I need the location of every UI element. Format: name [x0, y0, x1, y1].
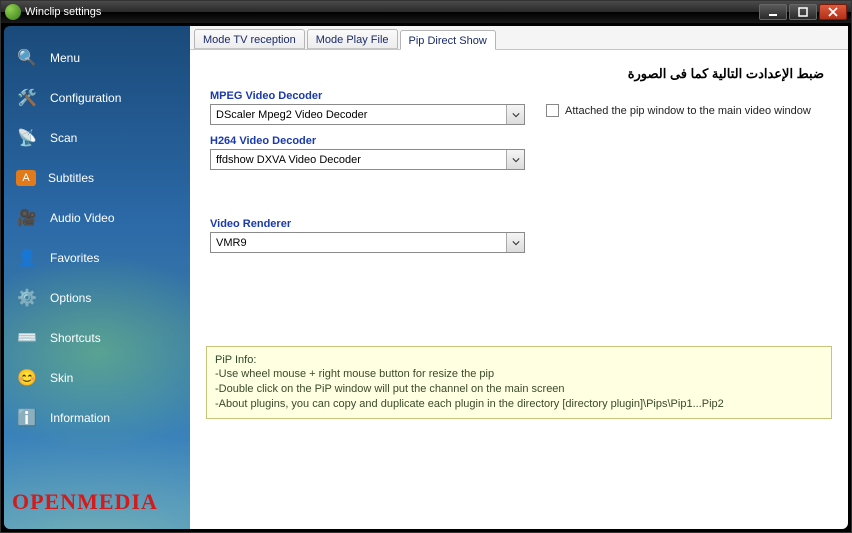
app-icon	[5, 4, 21, 20]
video-renderer-value: VMR9	[211, 237, 506, 249]
smiley-icon: 😊	[16, 367, 38, 389]
close-icon	[828, 7, 838, 17]
close-button[interactable]	[819, 4, 847, 20]
video-icon: 🎥	[16, 207, 38, 229]
sidebar-item-label: Favorites	[50, 251, 99, 265]
magnifier-icon: 🔍	[16, 47, 38, 69]
tools-icon: 🛠️	[16, 87, 38, 109]
sidebar-item-information[interactable]: ℹ️ Information	[4, 398, 190, 438]
pip-info-line: -About plugins, you can copy and duplica…	[215, 397, 823, 412]
h264-decoder-combo[interactable]: ffdshow DXVA Video Decoder	[210, 149, 525, 170]
sidebar-item-subtitles[interactable]: A Subtitles	[4, 158, 190, 198]
sidebar-item-label: Options	[50, 291, 91, 305]
sidebar-item-label: Subtitles	[48, 171, 94, 185]
attach-checkbox-row: Attached the pip window to the main vide…	[546, 90, 811, 117]
sidebar-item-label: Audio Video	[50, 211, 115, 225]
sidebar-item-label: Scan	[50, 131, 77, 145]
body: 🔍 Menu 🛠️ Configuration 📡 Scan A Subtitl…	[1, 23, 851, 532]
pip-info-title: PiP Info:	[215, 353, 823, 368]
sidebar: 🔍 Menu 🛠️ Configuration 📡 Scan A Subtitl…	[4, 26, 190, 529]
pip-info-line: -Use wheel mouse + right mouse button fo…	[215, 367, 823, 382]
tab-pip-direct-show[interactable]: Pip Direct Show	[400, 30, 496, 50]
pip-info-line: -Double click on the PiP window will put…	[215, 382, 823, 397]
sidebar-item-skin[interactable]: 😊 Skin	[4, 358, 190, 398]
sidebar-item-label: Information	[50, 411, 110, 425]
subtitles-icon: A	[16, 170, 36, 186]
sidebar-item-label: Configuration	[50, 91, 121, 105]
sidebar-item-menu[interactable]: 🔍 Menu	[4, 38, 190, 78]
h264-decoder-value: ffdshow DXVA Video Decoder	[211, 154, 506, 166]
panel-heading-rtl: ضبط الإعدادت التالية كما فى الصورة	[210, 66, 828, 82]
chevron-down-icon	[506, 150, 524, 169]
tabstrip: Mode TV reception Mode Play File Pip Dir…	[190, 26, 848, 50]
chevron-down-icon	[506, 105, 524, 124]
sidebar-item-label: Skin	[50, 371, 73, 385]
panel-pip-direct-show: ضبط الإعدادت التالية كما فى الصورة MPEG …	[190, 50, 848, 529]
satellite-icon: 📡	[16, 127, 38, 149]
favorites-icon: 👤	[16, 247, 38, 269]
chevron-down-icon	[506, 233, 524, 252]
titlebar-buttons	[759, 4, 847, 20]
maximize-icon	[798, 7, 808, 17]
brand-label: OPENMEDIA	[4, 483, 190, 525]
attach-checkbox[interactable]	[546, 104, 559, 117]
attach-checkbox-label: Attached the pip window to the main vide…	[565, 105, 811, 117]
maximize-button[interactable]	[789, 4, 817, 20]
info-icon: ℹ️	[16, 407, 38, 429]
sidebar-item-favorites[interactable]: 👤 Favorites	[4, 238, 190, 278]
mpeg-decoder-combo[interactable]: DScaler Mpeg2 Video Decoder	[210, 104, 525, 125]
video-renderer-combo[interactable]: VMR9	[210, 232, 525, 253]
h264-decoder-label: H264 Video Decoder	[210, 135, 528, 147]
mpeg-decoder-value: DScaler Mpeg2 Video Decoder	[211, 109, 506, 121]
sidebar-item-shortcuts[interactable]: ⌨️ Shortcuts	[4, 318, 190, 358]
gear-icon: ⚙️	[16, 287, 38, 309]
sidebar-item-label: Shortcuts	[50, 331, 101, 345]
sidebar-item-configuration[interactable]: 🛠️ Configuration	[4, 78, 190, 118]
keyboard-icon: ⌨️	[16, 327, 38, 349]
window: Winclip settings 🔍 Menu 🛠️ Configuration	[0, 0, 852, 533]
content: Mode TV reception Mode Play File Pip Dir…	[190, 26, 848, 529]
sidebar-item-audio-video[interactable]: 🎥 Audio Video	[4, 198, 190, 238]
pip-info-box: PiP Info: -Use wheel mouse + right mouse…	[206, 346, 832, 419]
video-renderer-label: Video Renderer	[210, 218, 528, 230]
titlebar[interactable]: Winclip settings	[1, 1, 851, 23]
tab-mode-tv-reception[interactable]: Mode TV reception	[194, 29, 305, 49]
window-title: Winclip settings	[25, 6, 759, 18]
sidebar-item-label: Menu	[50, 51, 80, 65]
mpeg-decoder-label: MPEG Video Decoder	[210, 90, 528, 102]
sidebar-item-options[interactable]: ⚙️ Options	[4, 278, 190, 318]
tab-mode-play-file[interactable]: Mode Play File	[307, 29, 398, 49]
minimize-icon	[768, 7, 778, 17]
minimize-button[interactable]	[759, 4, 787, 20]
sidebar-item-scan[interactable]: 📡 Scan	[4, 118, 190, 158]
